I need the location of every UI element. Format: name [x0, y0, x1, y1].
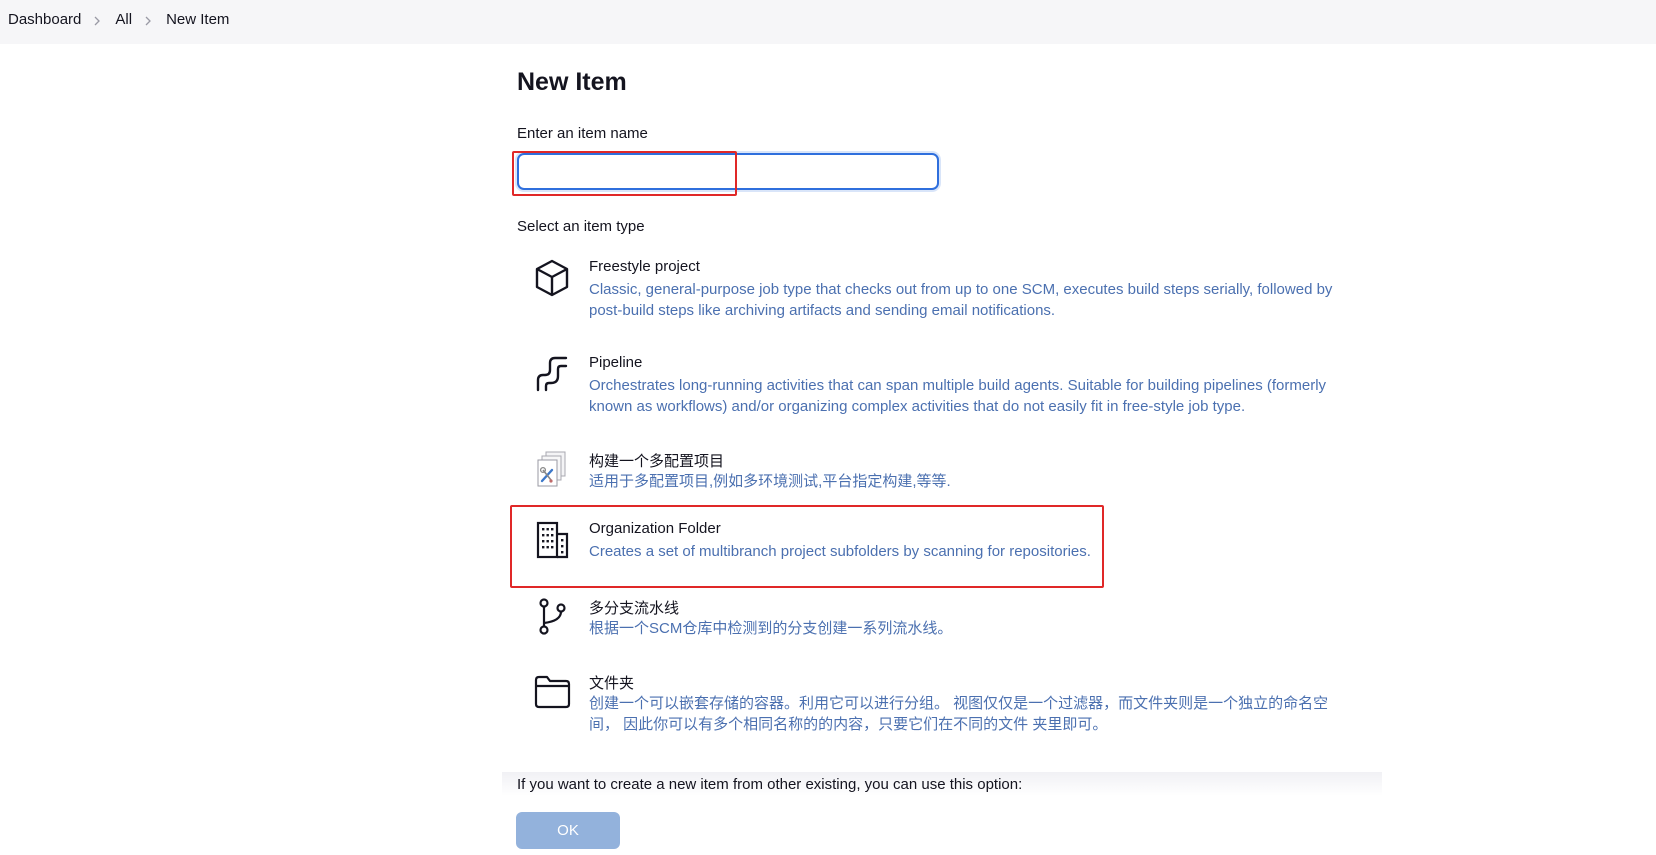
item-type-name: 构建一个多配置项目	[589, 453, 725, 470]
chevron-right-icon	[144, 16, 152, 25]
folder-icon	[533, 672, 571, 712]
branch-icon	[533, 597, 571, 637]
breadcrumb-dashboard[interactable]: Dashboard	[8, 11, 81, 28]
breadcrumb-all[interactable]: All	[115, 11, 132, 28]
item-type-description: 适用于多配置项目,例如多环境测试,平台指定构建,等等.	[589, 473, 951, 490]
item-type-name: 多分支流水线	[589, 600, 680, 617]
pipeline-icon	[533, 354, 571, 394]
copy-option-text: If you want to create a new item from ot…	[517, 776, 1023, 793]
item-type-multibranch-pipeline[interactable]: 多分支流水线 根据一个SCM仓库中检测到的分支创建一系列流水线。	[517, 597, 1347, 643]
item-type-name: Pipeline	[589, 354, 643, 371]
item-type-description: 根据一个SCM仓库中检测到的分支创建一系列流水线。	[589, 620, 953, 637]
item-type-label: Select an item type	[517, 218, 645, 235]
item-type-pipeline[interactable]: Pipeline Orchestrates long-running activ…	[517, 354, 1347, 418]
breadcrumb-new-item[interactable]: New Item	[166, 11, 229, 28]
multi-config-icon	[533, 450, 571, 490]
item-type-description: Orchestrates long-running activities tha…	[589, 377, 1327, 415]
annotation-highlight-name-input	[512, 151, 737, 196]
top-bar: Dashboard All New Item	[0, 0, 1656, 44]
item-type-name: Freestyle project	[589, 258, 700, 275]
ok-button[interactable]: OK	[516, 812, 620, 849]
item-type-name: 文件夹	[589, 675, 635, 692]
item-type-description: Classic, general-purpose job type that c…	[589, 281, 1333, 319]
breadcrumb: Dashboard All New Item	[8, 11, 229, 28]
item-type-folder[interactable]: 文件夹 创建一个可以嵌套存储的容器。利用它可以进行分组。 视图仅仅是一个过滤器，…	[517, 672, 1347, 738]
item-name-label: Enter an item name	[517, 125, 648, 142]
annotation-highlight-organization-folder	[510, 505, 1104, 588]
item-type-description: 创建一个可以嵌套存储的容器。利用它可以进行分组。 视图仅仅是一个过滤器，而文件夹…	[589, 695, 1329, 733]
chevron-right-icon	[93, 16, 101, 25]
page-title: New Item	[517, 68, 627, 96]
item-type-freestyle[interactable]: Freestyle project Classic, general-purpo…	[517, 258, 1347, 322]
item-type-multi-config[interactable]: 构建一个多配置项目 适用于多配置项目,例如多环境测试,平台指定构建,等等.	[517, 450, 1347, 496]
cube-icon	[533, 258, 571, 298]
